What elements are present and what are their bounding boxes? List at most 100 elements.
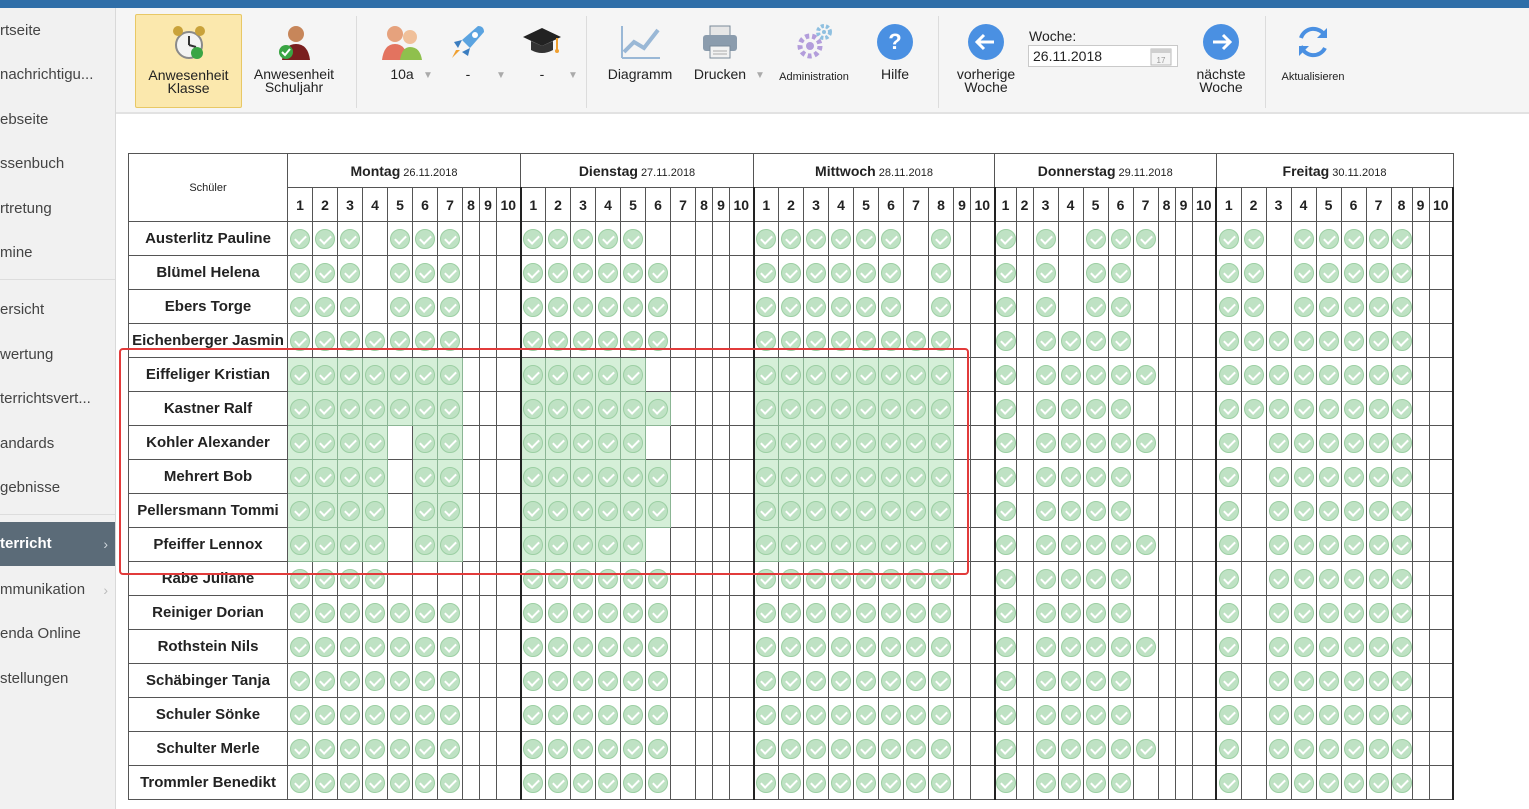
attendance-cell[interactable] [387,425,413,460]
attendance-cell[interactable] [1428,595,1454,630]
attendance-cell[interactable] [1215,697,1242,732]
attendance-cell[interactable] [928,595,954,630]
attendance-cell[interactable] [337,765,363,800]
attendance-cell[interactable] [1157,527,1176,562]
attendance-cell[interactable] [670,459,696,494]
attendance-cell[interactable] [1015,629,1034,664]
attendance-cell[interactable] [878,493,904,528]
attendance-cell[interactable] [1215,459,1242,494]
attendance-cell[interactable] [1174,697,1193,732]
attendance-cell[interactable] [828,221,854,256]
attendance-cell[interactable] [878,663,904,698]
attendance-cell[interactable] [1315,255,1342,290]
attendance-cell[interactable] [803,323,829,358]
attendance-cell[interactable] [1015,595,1034,630]
attendance-cell[interactable] [1157,459,1176,494]
aktualisieren-button[interactable]: Aktualisieren [1276,14,1350,108]
attendance-cell[interactable] [645,255,671,290]
attendance-cell[interactable] [729,663,755,698]
attendance-cell[interactable] [1428,459,1454,494]
attendance-cell[interactable] [1365,391,1392,426]
attendance-cell[interactable] [1240,765,1267,800]
attendance-cell[interactable] [953,221,971,256]
attendance-cell[interactable] [994,697,1017,732]
attendance-cell[interactable] [695,697,713,732]
attendance-cell[interactable] [803,391,829,426]
attendance-cell[interactable] [287,323,313,358]
attendance-cell[interactable] [1057,765,1084,800]
attendance-cell[interactable] [496,629,522,664]
attendance-cell[interactable] [953,561,971,596]
attendance-cell[interactable] [1290,663,1317,698]
attendance-cell[interactable] [1082,697,1109,732]
attendance-cell[interactable] [479,765,497,800]
sidebar-item-kommunikation[interactable]: mmunikation › [0,570,115,610]
attendance-cell[interactable] [903,765,929,800]
attendance-cell[interactable] [337,357,363,392]
attendance-cell[interactable] [520,323,546,358]
attendance-cell[interactable] [970,255,996,290]
attendance-cell[interactable] [1157,595,1176,630]
attendance-cell[interactable] [412,391,438,426]
attendance-cell[interactable] [670,527,696,562]
attendance-cell[interactable] [953,289,971,324]
attendance-cell[interactable] [1340,697,1367,732]
attendance-cell[interactable] [496,527,522,562]
attendance-cell[interactable] [337,255,363,290]
attendance-cell[interactable] [1215,425,1242,460]
attendance-cell[interactable] [970,765,996,800]
attendance-cell[interactable] [903,289,929,324]
attendance-cell[interactable] [1107,459,1134,494]
student-name[interactable]: Schuler Sönke [128,697,288,732]
attendance-cell[interactable] [1290,697,1317,732]
attendance-cell[interactable] [953,391,971,426]
attendance-cell[interactable] [803,663,829,698]
attendance-cell[interactable] [729,561,755,596]
attendance-cell[interactable] [496,561,522,596]
attendance-cell[interactable] [437,357,463,392]
attendance-cell[interactable] [1428,493,1454,528]
attendance-cell[interactable] [1132,765,1159,800]
attendance-cell[interactable] [1215,289,1242,324]
attendance-cell[interactable] [1390,255,1413,290]
attendance-cell[interactable] [337,561,363,596]
attendance-cell[interactable] [595,289,621,324]
attendance-cell[interactable] [1428,323,1454,358]
attendance-cell[interactable] [362,323,388,358]
attendance-cell[interactable] [1132,391,1159,426]
attendance-cell[interactable] [1240,697,1267,732]
attendance-cell[interactable] [712,459,730,494]
attendance-cell[interactable] [1174,289,1193,324]
naechste-woche-button[interactable]: nächste Woche [1183,14,1259,108]
attendance-cell[interactable] [1290,629,1317,664]
attendance-cell[interactable] [645,697,671,732]
attendance-cell[interactable] [1290,391,1317,426]
administration-button[interactable]: Administration [772,14,856,108]
attendance-cell[interactable] [570,323,596,358]
attendance-cell[interactable] [1390,527,1413,562]
attendance-cell[interactable] [1411,765,1430,800]
attendance-cell[interactable] [1265,323,1292,358]
attendance-cell[interactable] [1411,731,1430,766]
attendance-cell[interactable] [1032,357,1059,392]
student-name[interactable]: Eichenberger Jasmin [128,323,288,358]
attendance-cell[interactable] [412,561,438,596]
attendance-cell[interactable] [953,595,971,630]
attendance-cell[interactable] [479,561,497,596]
attendance-cell[interactable] [1157,323,1176,358]
attendance-cell[interactable] [1132,323,1159,358]
attendance-cell[interactable] [878,459,904,494]
attendance-cell[interactable] [462,561,480,596]
attendance-cell[interactable] [729,221,755,256]
attendance-cell[interactable] [1015,425,1034,460]
attendance-cell[interactable] [1365,425,1392,460]
attendance-cell[interactable] [312,459,338,494]
attendance-cell[interactable] [853,663,879,698]
attendance-cell[interactable] [803,561,829,596]
attendance-cell[interactable] [1240,425,1267,460]
student-name[interactable]: Mehrert Bob [128,459,288,494]
attendance-cell[interactable] [595,527,621,562]
attendance-cell[interactable] [1015,731,1034,766]
chevron-down-icon[interactable]: ▼ [496,70,506,81]
attendance-cell[interactable] [953,459,971,494]
